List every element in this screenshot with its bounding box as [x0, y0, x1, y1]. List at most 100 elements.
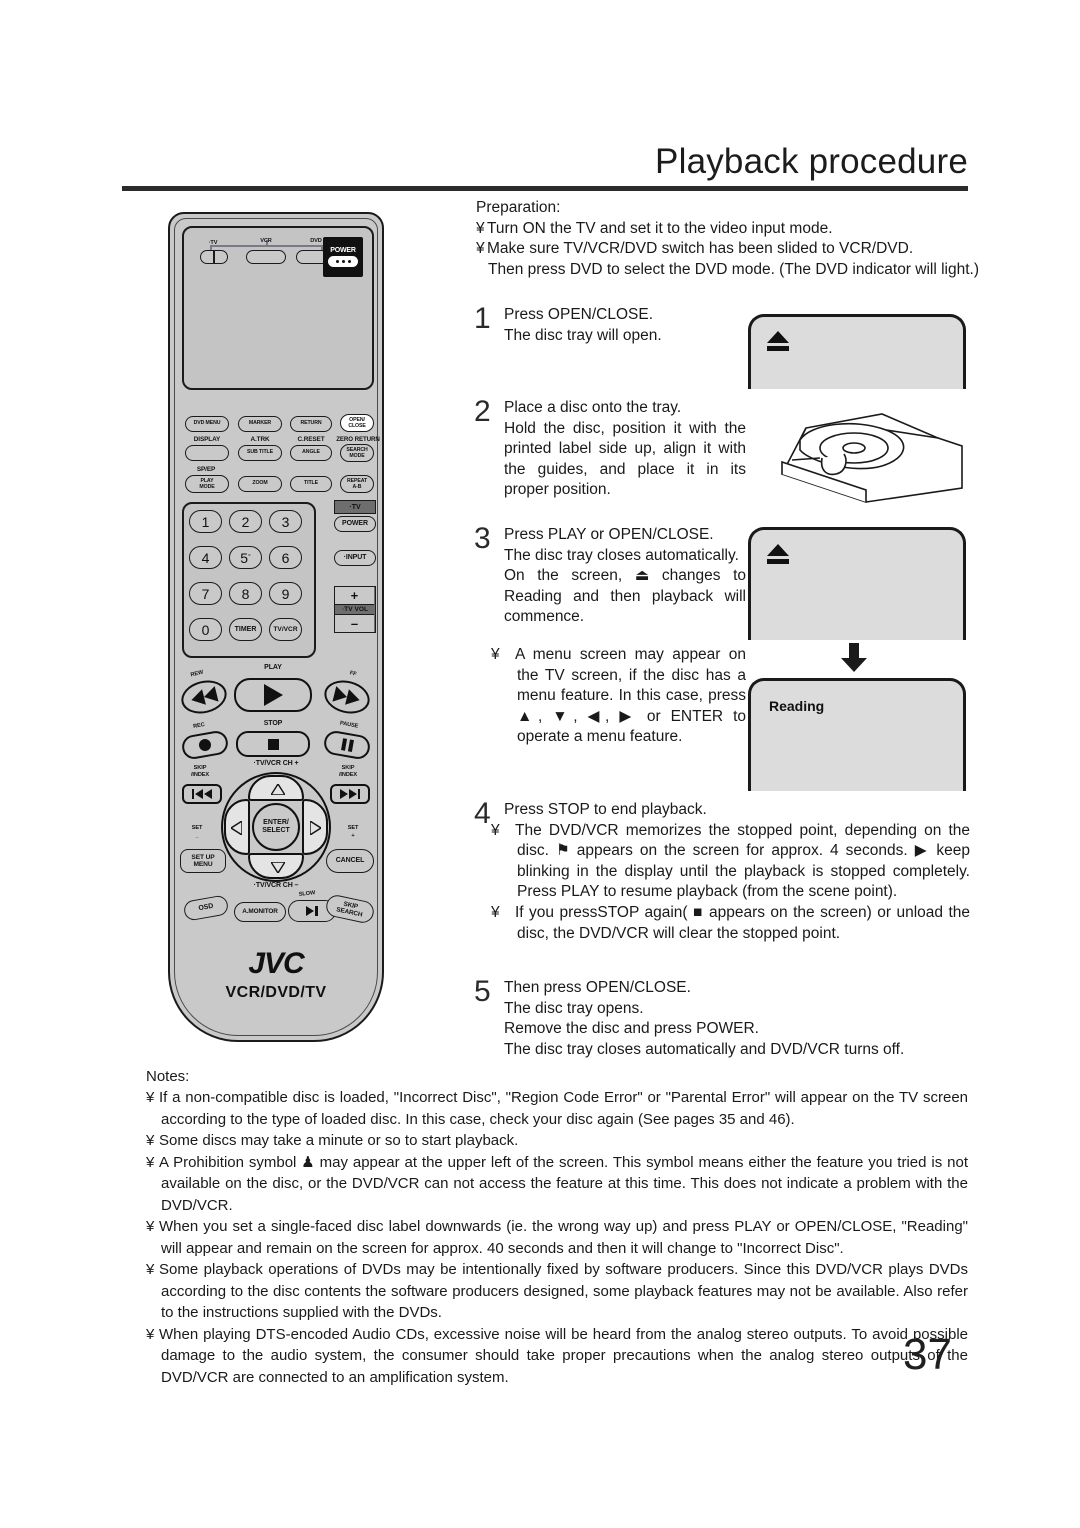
step-line: On the screen, ⏏ changes to Reading and …: [504, 567, 746, 626]
remote-model-label: VCR/DVD/TV: [225, 984, 327, 1001]
skip-forward-button[interactable]: [330, 784, 370, 804]
channel-up-label: ·TV/VCR CH +: [253, 760, 299, 767]
key-6[interactable]: 6: [269, 546, 302, 569]
open-close-button[interactable]: OPEN/CLOSE: [340, 414, 374, 432]
play-mode-button[interactable]: PLAY MODE: [185, 475, 229, 493]
step-body: Press STOP to end playback. ¥ The DVD/VCR…: [491, 800, 970, 944]
bullet-marker: ¥: [491, 903, 500, 921]
eject-icon-bar: [767, 559, 789, 564]
power-button[interactable]: POWER: [323, 237, 363, 277]
skip-index-left-label: SKIP/INDEX: [190, 765, 210, 778]
zoom-button[interactable]: ZOOM: [238, 476, 282, 492]
step-body: Then press OPEN/CLOSE. The disc tray ope…: [504, 978, 970, 1060]
bullet-marker: ¥: [491, 821, 500, 839]
screen-illustration-3: Reading: [748, 678, 966, 791]
skip-back-button[interactable]: [182, 784, 222, 804]
search-mode-button[interactable]: SEARCH MODE: [340, 444, 374, 462]
note-text: When you set a single-faced disc label d…: [159, 1218, 968, 1257]
step-line: Press OPEN/CLOSE.: [504, 306, 654, 323]
note-item: ¥ Some playback operations of DVDs may be…: [146, 1259, 968, 1324]
stop-button[interactable]: [236, 731, 310, 757]
cancel-button[interactable]: CANCEL: [326, 849, 374, 873]
step-bullet-text: If you pressSTOP again( ■ appears on the…: [515, 903, 970, 942]
enter-select-button[interactable]: ENTER/ SELECT: [252, 803, 300, 851]
return-button[interactable]: RETURN: [290, 416, 332, 432]
step-line: Hold the disc, position it with the prin…: [504, 419, 746, 499]
key-1[interactable]: 1: [189, 510, 222, 533]
preparation-text: Make sure TV/VCR/DVD switch has been sli…: [487, 240, 914, 257]
step-bullet: ¥ A menu screen may appear on the TV scre…: [491, 645, 746, 748]
eject-icon: [767, 544, 789, 556]
tv-volume-down-button[interactable]: –: [335, 614, 374, 632]
repeat-ab-button[interactable]: REPEAT A-B: [340, 475, 374, 493]
tv-input-button[interactable]: ·INPUT: [334, 550, 376, 566]
display-button[interactable]: [185, 445, 229, 461]
key-3[interactable]: 3: [269, 510, 302, 533]
preparation-continuation: Then press DVD to select the DVD mode. (…: [488, 260, 980, 278]
key-8[interactable]: 8: [229, 582, 262, 605]
key-7[interactable]: 7: [189, 582, 222, 605]
screen-illustration-1: [748, 314, 966, 389]
step-4: 4 Press STOP to end playback. ¥ The DVD/V…: [474, 798, 970, 944]
set-minus-label: SET _: [191, 825, 203, 839]
eject-icon: [767, 331, 789, 343]
note-text: Some playback operations of DVDs may be …: [159, 1261, 968, 1321]
step-number: 3: [474, 522, 491, 555]
bullet-marker: ¥: [146, 1325, 155, 1343]
key-9[interactable]: 9: [269, 582, 302, 605]
bullet-marker: ¥: [146, 1153, 155, 1171]
tv-volume-control: + ·TV VOL –: [334, 586, 376, 633]
step-line: Remove the disc and press POWER.: [504, 1020, 759, 1038]
tv-indicator: ·TV: [334, 500, 376, 514]
eject-icon-bar: [767, 346, 789, 351]
timer-button[interactable]: TIMER: [229, 618, 262, 641]
note-item: ¥ A Prohibition symbol ♟ may appear at th…: [146, 1152, 968, 1217]
marker-button[interactable]: MARKER: [238, 416, 282, 432]
tv-volume-up-button[interactable]: +: [335, 587, 374, 605]
note-text: When playing DTS-encoded Audio CDs, exce…: [159, 1325, 968, 1386]
step-line: The disc tray opens.: [504, 999, 644, 1017]
sub-title-button[interactable]: SUB TITLE: [238, 445, 282, 461]
spep-label: SP/EP: [196, 466, 216, 473]
set-plus-label: SET +: [347, 825, 359, 839]
angle-button[interactable]: ANGLE: [290, 445, 332, 461]
mode-switch-slider[interactable]: [200, 250, 228, 264]
vcr-button[interactable]: [246, 250, 286, 264]
key-0[interactable]: 0: [189, 618, 222, 641]
tv-power-button[interactable]: POWER: [334, 516, 376, 532]
page-number: 37: [903, 1330, 952, 1379]
note-item: ¥ When you set a single-faced disc label …: [146, 1216, 968, 1259]
remote-tv-column: ·TV POWER ·INPUT + ·TV VOL –: [334, 500, 376, 633]
step-line: Press PLAY or OPEN/CLOSE.: [504, 526, 714, 543]
manual-page: Playback procedure Preparation: ¥ Turn ON…: [0, 0, 1080, 1528]
key-2[interactable]: 2: [229, 510, 262, 533]
step-line: Place a disc onto the tray.: [504, 399, 682, 416]
step-line: The disc tray closes automatically.: [504, 546, 739, 564]
step-bullet: ¥ The DVD/VCR memorizes the stopped point…: [491, 821, 970, 903]
key-4[interactable]: 4: [189, 546, 222, 569]
page-title: Playback procedure: [655, 142, 968, 181]
step-body: Place a disc onto the tray. Hold the dis…: [504, 398, 746, 501]
bullet-marker: ¥: [146, 1261, 155, 1278]
setup-menu-button[interactable]: SET UP MENU: [180, 849, 226, 873]
jvc-logo: JVC: [248, 947, 304, 980]
step-number: 1: [474, 302, 491, 335]
step-body: Press OPEN/CLOSE. The disc tray will ope…: [504, 305, 662, 346]
atrk-label: A.TRK: [250, 436, 270, 443]
tv-vcr-button[interactable]: TV/VCR: [269, 618, 302, 641]
note-text: A Prohibition symbol ♟ may appear at the…: [159, 1153, 968, 1214]
title-button[interactable]: TITLE: [290, 476, 332, 492]
key-5[interactable]: 5 °: [229, 546, 262, 569]
skip-index-right-label: SKIP/INDEX: [338, 765, 358, 778]
dpad-control: ENTER/ SELECT: [221, 772, 331, 882]
a-monitor-button[interactable]: A.MONITOR: [234, 902, 286, 922]
note-item: ¥ When playing DTS-encoded Audio CDs, exc…: [146, 1324, 968, 1389]
play-button[interactable]: [234, 678, 312, 712]
note-text: If a non-compatible disc is loaded, "Inc…: [159, 1089, 968, 1128]
stop-label: STOP: [263, 720, 283, 727]
dvd-menu-button[interactable]: DVD MENU: [185, 416, 229, 432]
instructions-column: Preparation: ¥ Turn ON the TV and set it …: [476, 198, 980, 280]
remote-control-illustration: ·TV VCR DVD POWER DVD MENU MARKER RETURN…: [168, 212, 384, 1042]
remote-mode-panel: ·TV VCR DVD POWER: [182, 226, 374, 390]
creset-label: C.RESET: [297, 436, 325, 443]
